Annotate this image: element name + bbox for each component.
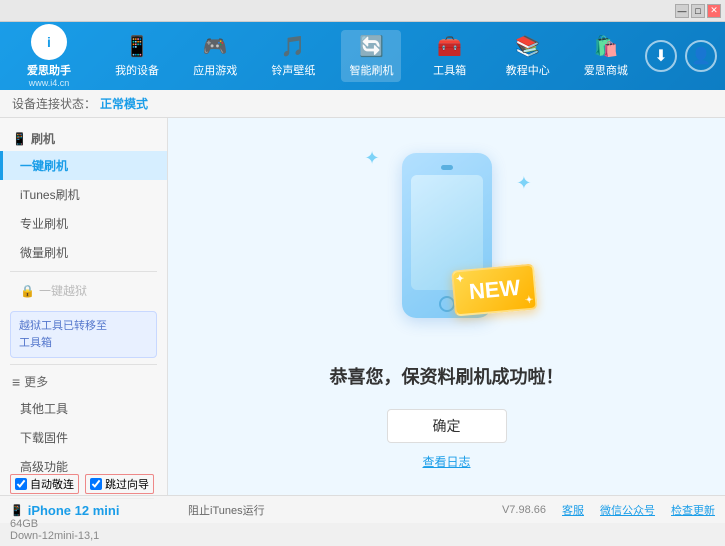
lock-icon: 🔒: [20, 284, 35, 298]
smart-flash-icon: 🔄: [359, 34, 384, 59]
nav-bar: 📱 我的设备 🎮 应用游戏 🎵 铃声壁纸 🔄 智能刷机 🧰 工具箱 📚 教程中心…: [98, 30, 645, 82]
nav-my-device[interactable]: 📱 我的设备: [107, 30, 167, 82]
device-name: iPhone 12 mini: [28, 503, 120, 518]
close-button[interactable]: ✕: [707, 4, 721, 18]
ringtones-icon: 🎵: [281, 34, 306, 59]
flash-group-icon: 📱: [12, 132, 27, 146]
header: i 爱思助手 www.i4.cn 📱 我的设备 🎮 应用游戏 🎵 铃声壁纸 🔄 …: [0, 22, 725, 90]
user-button[interactable]: 👤: [685, 40, 717, 72]
check-update-link[interactable]: 检查更新: [671, 502, 715, 518]
tutorials-icon: 📚: [515, 34, 540, 59]
device-icon: 📱: [125, 34, 150, 59]
toolbox-icon: 🧰: [437, 34, 462, 59]
sidebar-divider2: [10, 364, 157, 365]
nav-aisi-mall[interactable]: 🛍️ 爱思商城: [576, 30, 636, 82]
auto-connect-checkbox[interactable]: 自动敬连: [10, 474, 79, 494]
sidebar-item-one-click[interactable]: 一键刷机: [0, 151, 167, 180]
status-value: 正常模式: [100, 95, 148, 112]
sidebar-divider1: [10, 271, 157, 272]
status-label: 设备连接状态：: [12, 95, 96, 112]
sidebar-item-micro-flash[interactable]: 微量刷机: [0, 238, 167, 267]
sidebar-group-flash: 📱 刷机: [0, 126, 167, 151]
view-log-link[interactable]: 查看日志: [422, 453, 470, 470]
sparkle-left: ✦: [365, 148, 380, 169]
app-url: www.i4.cn: [29, 78, 70, 88]
nav-app-games[interactable]: 🎮 应用游戏: [185, 30, 245, 82]
bottom-right: V7.98.66 客服 微信公众号 检查更新: [502, 502, 715, 518]
illustration: ✦ ✦ NEW: [347, 143, 547, 343]
new-badge: NEW: [451, 263, 538, 316]
logo-icon: i: [31, 24, 67, 60]
auto-connect-input[interactable]: [15, 478, 27, 490]
bottom-bar: 自动敬连 跳过向导 📱 iPhone 12 mini 64GB Down-12m…: [0, 495, 725, 523]
content-area: ✦ ✦ NEW 恭喜您，保资料刷机成功啦！ 确定 查看日志: [168, 118, 725, 495]
sidebar-item-itunes[interactable]: iTunes刷机: [0, 180, 167, 209]
window-controls: — □ ✕: [675, 4, 721, 18]
phone-speaker: [441, 165, 453, 170]
sidebar-item-download-fw[interactable]: 下载固件: [0, 423, 167, 452]
skip-wizard-input[interactable]: [90, 478, 102, 490]
device-storage: 64GB: [10, 518, 154, 530]
version-text: V7.98.66: [502, 504, 546, 516]
title-bar: — □ ✕: [0, 0, 725, 22]
nav-smart-flash[interactable]: 🔄 智能刷机: [341, 30, 401, 82]
more-group-icon: ≡: [12, 374, 20, 390]
logo-area: i 爱思助手 www.i4.cn: [8, 24, 98, 88]
sidebar-item-other-tools[interactable]: 其他工具: [0, 394, 167, 423]
device-info-section: 📱 iPhone 12 mini 64GB Down-12mini-13,1: [10, 498, 154, 546]
minimize-button[interactable]: —: [675, 4, 689, 18]
device-model: Down-12mini-13,1: [10, 530, 154, 542]
customer-service-link[interactable]: 客服: [562, 502, 584, 518]
sidebar: 📱 刷机 一键刷机 iTunes刷机 专业刷机 微量刷机 🔒 一键越狱 越狱工具…: [0, 118, 168, 495]
sidebar-info-box: 越狱工具已转移至 工具箱: [10, 311, 157, 358]
phone-home-btn: [439, 296, 455, 312]
itunes-status: 阻止iTunes运行: [188, 502, 265, 518]
success-message: 恭喜您，保资料刷机成功啦！: [330, 363, 564, 389]
bottom-center: 阻止iTunes运行: [188, 502, 492, 518]
mall-icon: 🛍️: [593, 34, 618, 59]
confirm-button[interactable]: 确定: [387, 409, 507, 443]
sidebar-group-more: ≡ 更多: [0, 369, 167, 394]
sidebar-item-pro-flash[interactable]: 专业刷机: [0, 209, 167, 238]
nav-ringtones[interactable]: 🎵 铃声壁纸: [263, 30, 323, 82]
sparkle-right: ✦: [516, 173, 531, 194]
header-right: ⬇ 👤: [645, 40, 717, 72]
phone-icon: 📱: [10, 504, 24, 517]
bottom-left: 自动敬连 跳过向导 📱 iPhone 12 mini 64GB Down-12m…: [10, 474, 178, 546]
status-bar: 设备连接状态： 正常模式: [0, 90, 725, 118]
app-name: 爱思助手: [27, 62, 71, 78]
sidebar-item-jailbreak: 🔒 一键越狱: [0, 276, 167, 305]
main-layout: 📱 刷机 一键刷机 iTunes刷机 专业刷机 微量刷机 🔒 一键越狱 越狱工具…: [0, 118, 725, 495]
nav-toolbox[interactable]: 🧰 工具箱: [420, 30, 480, 82]
skip-wizard-checkbox[interactable]: 跳过向导: [85, 474, 154, 494]
maximize-button[interactable]: □: [691, 4, 705, 18]
download-button[interactable]: ⬇: [645, 40, 677, 72]
app-games-icon: 🎮: [203, 34, 228, 59]
nav-tutorials[interactable]: 📚 教程中心: [498, 30, 558, 82]
wechat-official-link[interactable]: 微信公众号: [600, 502, 655, 518]
